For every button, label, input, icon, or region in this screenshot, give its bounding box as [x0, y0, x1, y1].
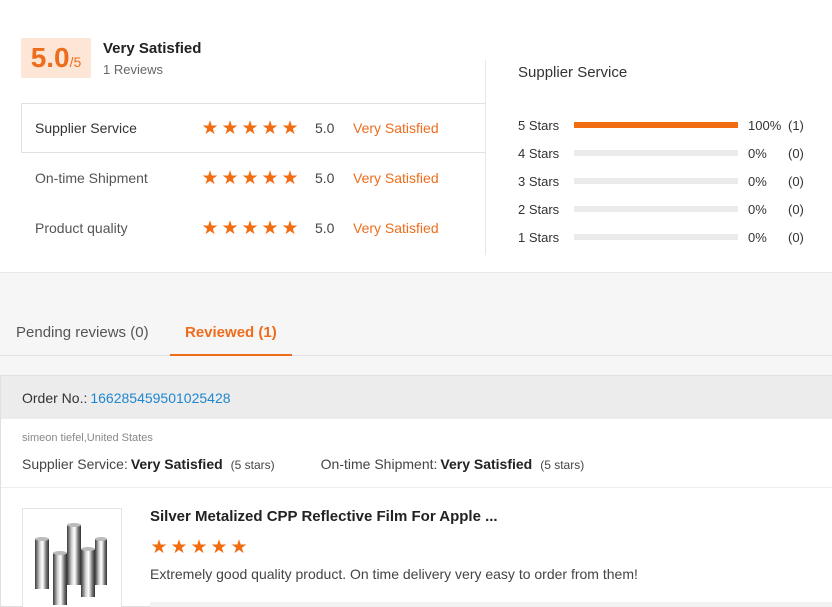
distribution-bar — [574, 206, 738, 212]
metric-score: 5.0 — [315, 120, 335, 136]
buyer-info: simeon tiefel,United States — [22, 432, 153, 444]
distribution-percent: 100% — [748, 117, 782, 133]
star-icon: ★ — [241, 117, 259, 139]
metric-name: Supplier Service — [35, 120, 137, 136]
distribution-count: (0) — [788, 173, 804, 189]
supplier-service-label: Supplier Service: — [22, 456, 128, 472]
star-icon: ★ — [170, 537, 188, 558]
product-review-stars: ★ ★ ★ ★ ★ — [150, 538, 248, 557]
metric-stars: ★ ★ ★ ★ ★ — [201, 219, 299, 238]
star-icon: ★ — [201, 117, 219, 139]
rating-summary-panel: 5.0 /5 Very Satisfied 1 Reviews Supplier… — [0, 0, 832, 273]
active-tab-indicator — [170, 354, 292, 356]
overall-score-max: /5 — [69, 54, 82, 70]
metric-row-product-quality[interactable]: Product quality ★ ★ ★ ★ ★ 5.0 Very Satis… — [21, 203, 486, 253]
metric-score: 5.0 — [315, 170, 335, 186]
overall-rating-label: Very Satisfied — [103, 40, 202, 57]
metric-row-on-time-shipment[interactable]: On-time Shipment ★ ★ ★ ★ ★ 5.0 Very Sati… — [21, 153, 486, 203]
distribution-bar — [574, 122, 738, 128]
rating-metrics-list: Supplier Service ★ ★ ★ ★ ★ 5.0 Very Sati… — [21, 103, 486, 253]
shipment-value: Very Satisfied — [440, 456, 533, 472]
metric-score: 5.0 — [315, 220, 335, 236]
star-icon: ★ — [241, 167, 259, 189]
distribution-row: 3 Stars 0% (0) — [518, 167, 818, 195]
star-icon: ★ — [281, 167, 299, 189]
panel-divider — [485, 60, 486, 255]
metric-name: Product quality — [35, 220, 128, 236]
star-icon: ★ — [210, 537, 228, 558]
product-image — [35, 523, 107, 605]
star-icon: ★ — [281, 117, 299, 139]
distribution-percent: 0% — [748, 201, 767, 217]
star-icon: ★ — [261, 117, 279, 139]
metric-desc: Very Satisfied — [353, 170, 439, 186]
distribution-bar — [574, 234, 738, 240]
distribution-row: 5 Stars 100% (1) — [518, 111, 818, 139]
distribution-row: 2 Stars 0% (0) — [518, 195, 818, 223]
distribution-percent: 0% — [748, 229, 767, 245]
distribution-title: Supplier Service — [518, 64, 628, 81]
distribution-count: (1) — [788, 117, 804, 133]
shipment-stars: (5 stars) — [540, 458, 585, 472]
metric-stars: ★ ★ ★ ★ ★ — [201, 169, 299, 188]
star-icon: ★ — [221, 117, 239, 139]
star-icon: ★ — [150, 537, 168, 558]
review-count: 1 Reviews — [103, 62, 163, 77]
overall-score-badge: 5.0 /5 — [21, 38, 91, 78]
star-icon: ★ — [261, 167, 279, 189]
shipment-label: On-time Shipment: — [320, 456, 438, 472]
star-icon: ★ — [230, 537, 248, 558]
reply-box — [150, 602, 832, 607]
distribution-percent: 0% — [748, 145, 767, 161]
order-header: Order No.: 166285459501025428 — [1, 376, 832, 419]
star-icon: ★ — [261, 217, 279, 239]
star-icon: ★ — [221, 167, 239, 189]
tab-reviewed[interactable]: Reviewed (1) — [185, 324, 277, 341]
distribution-count: (0) — [788, 145, 804, 161]
supplier-service-stars: (5 stars) — [230, 458, 275, 472]
order-review-card: Order No.: 166285459501025428 simeon tie… — [0, 375, 832, 607]
metric-desc: Very Satisfied — [353, 220, 439, 236]
supplier-service-value: Very Satisfied — [130, 456, 223, 472]
star-icon: ★ — [281, 217, 299, 239]
metric-stars: ★ ★ ★ ★ ★ — [201, 119, 299, 138]
star-icon: ★ — [201, 217, 219, 239]
distribution-bar — [574, 150, 738, 156]
metric-row-supplier-service[interactable]: Supplier Service ★ ★ ★ ★ ★ 5.0 Very Sati… — [21, 103, 486, 153]
star-icon: ★ — [221, 217, 239, 239]
star-icon: ★ — [201, 167, 219, 189]
metric-desc: Very Satisfied — [353, 120, 439, 136]
distribution-label: 1 Stars — [518, 229, 560, 245]
metric-name: On-time Shipment — [35, 170, 148, 186]
distribution-count: (0) — [788, 229, 804, 245]
star-icon: ★ — [241, 217, 259, 239]
order-ratings-line: Supplier Service: Very Satisfied (5 star… — [22, 456, 584, 472]
review-tabs: Pending reviews (0) Reviewed (1) — [0, 310, 832, 356]
distribution-percent: 0% — [748, 173, 767, 189]
distribution-row: 1 Stars 0% (0) — [518, 223, 818, 251]
tab-pending-reviews[interactable]: Pending reviews (0) — [16, 324, 149, 341]
distribution-count: (0) — [788, 201, 804, 217]
distribution-label: 4 Stars — [518, 145, 560, 161]
distribution-bar-fill — [574, 122, 738, 128]
distribution-label: 3 Stars — [518, 173, 560, 189]
order-number-link[interactable]: 166285459501025428 — [90, 390, 230, 406]
distribution-bar — [574, 178, 738, 184]
divider — [1, 487, 832, 488]
overall-score: 5.0 — [30, 42, 70, 73]
order-number-label: Order No.: — [22, 389, 88, 406]
product-title-link[interactable]: Silver Metalized CPP Reflective Film For… — [150, 508, 498, 525]
review-text: Extremely good quality product. On time … — [150, 566, 638, 582]
distribution-label: 2 Stars — [518, 201, 560, 217]
star-icon: ★ — [190, 537, 208, 558]
distribution-label: 5 Stars — [518, 117, 560, 133]
star-distribution: 5 Stars 100% (1) 4 Stars 0% (0) 3 Stars … — [518, 111, 818, 251]
product-thumbnail[interactable] — [22, 508, 122, 607]
distribution-row: 4 Stars 0% (0) — [518, 139, 818, 167]
